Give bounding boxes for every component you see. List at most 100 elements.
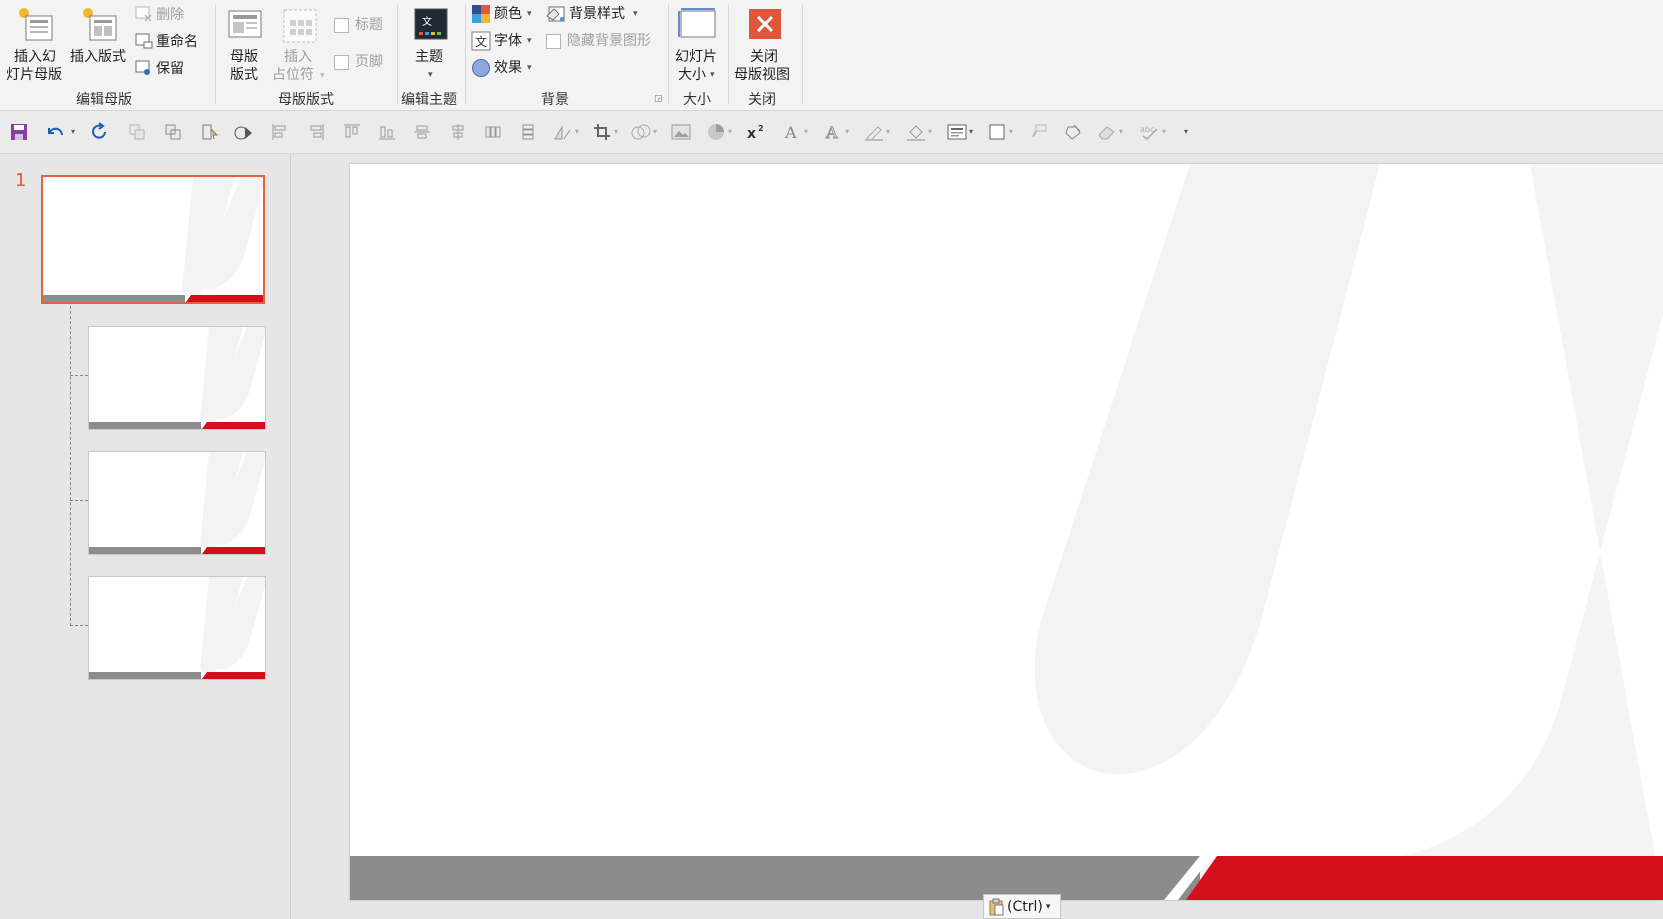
distribute-horizontally-icon[interactable] (482, 121, 504, 143)
spelling-check-dropdown-caret[interactable]: ▾ (1162, 127, 1166, 136)
format-painter-icon[interactable] (1028, 121, 1050, 143)
preserve-button[interactable]: 保留 (135, 59, 205, 79)
colors-icon (472, 5, 490, 23)
delete-label: 删除 (156, 7, 184, 23)
rectangle-shape-icon[interactable] (986, 121, 1008, 143)
align-center-icon[interactable] (447, 121, 469, 143)
layout-thumbnail[interactable] (88, 451, 266, 555)
title-checkbox-label: 标题 (355, 17, 383, 33)
effects-dropdown[interactable]: 效果 ▾ (471, 58, 537, 80)
redo-icon[interactable] (89, 121, 111, 143)
title-checkbox[interactable]: 标题 (334, 16, 394, 36)
master-slide-thumbnail[interactable] (41, 175, 265, 304)
chart-dropdown-caret[interactable]: ▾ (728, 127, 732, 136)
footer-checkbox-box[interactable] (334, 55, 349, 70)
fonts-label: 字体 (494, 33, 522, 49)
paste-options-label: (Ctrl) (1007, 898, 1043, 915)
text-outline-icon[interactable]: A (822, 121, 844, 143)
fonts-dropdown[interactable]: 文 字体 ▾ (471, 31, 537, 53)
slide-size-label-1: 幻灯片 (675, 49, 717, 65)
merge-shapes-icon[interactable] (630, 121, 652, 143)
slide-size-button[interactable]: 幻灯片 大小 ▾ (672, 4, 724, 84)
hide-background-graphics-box[interactable] (546, 34, 561, 49)
distribute-vertically-icon[interactable] (517, 121, 539, 143)
align-right-icon[interactable] (305, 121, 327, 143)
group-label-background: 背景 (541, 92, 569, 108)
eraser-brush-icon[interactable] (1063, 121, 1085, 143)
background-dialog-launcher-icon[interactable]: ◲ (654, 94, 663, 104)
close-master-view-label-2: 母版视图 (734, 67, 790, 83)
crop-dropdown-caret[interactable]: ▾ (614, 127, 618, 136)
close-master-view-button[interactable]: 关闭 母版视图 (732, 4, 798, 84)
theme-button[interactable]: 文 主题 ▾ (405, 4, 457, 84)
theme-icon: 文 (414, 8, 448, 40)
footer-checkbox[interactable]: 页脚 (334, 53, 394, 73)
chart-icon[interactable] (705, 121, 727, 143)
insert-layout-button[interactable]: 插入版式 (68, 4, 134, 84)
background-styles-icon (546, 6, 565, 22)
close-master-view-label-1: 关闭 (750, 49, 778, 65)
shape-outline-dropdown-caret[interactable]: ▾ (886, 127, 890, 136)
picture-icon[interactable] (670, 121, 692, 143)
paste-options-caret: ▾ (1045, 901, 1051, 912)
send-backward-icon[interactable] (162, 121, 184, 143)
shape-fill-icon[interactable] (905, 121, 927, 143)
delete-icon (135, 6, 152, 22)
colors-label: 颜色 (494, 6, 522, 22)
undo-dropdown-caret[interactable]: ▾ (71, 127, 75, 136)
shape-fill-dropdown-caret[interactable]: ▾ (928, 127, 932, 136)
crop-icon[interactable] (591, 121, 613, 143)
slide-size-dropdown-caret: ▾ (710, 70, 715, 80)
shape-outline-icon[interactable] (863, 121, 885, 143)
superscript-icon[interactable]: x2 (745, 121, 767, 143)
animation-pane-icon[interactable] (233, 121, 255, 143)
bring-forward-icon[interactable] (126, 121, 148, 143)
clipboard-icon (989, 898, 1004, 915)
rectangle-shape-dropdown-caret[interactable]: ▾ (1009, 127, 1013, 136)
layout-connector-branch (70, 500, 88, 501)
close-icon (749, 9, 781, 39)
selection-pane-icon[interactable] (199, 121, 221, 143)
layout-thumbnail[interactable] (88, 576, 266, 680)
spelling-check-icon[interactable]: abc (1139, 121, 1161, 143)
eraser-dropdown-caret[interactable]: ▾ (1119, 127, 1123, 136)
layout-thumbnail[interactable] (88, 326, 266, 430)
preserve-pin-icon (135, 60, 150, 75)
layout-connector-branch (70, 625, 88, 626)
background-styles-dropdown[interactable]: 背景样式 ▾ (545, 4, 645, 26)
svg-text:2: 2 (758, 124, 764, 133)
slide-master-canvas[interactable] (350, 164, 1663, 900)
save-icon[interactable] (8, 121, 30, 143)
paste-options-button[interactable]: (Ctrl) ▾ (983, 894, 1061, 919)
font-size-icon[interactable]: A (781, 121, 803, 143)
separator (668, 4, 669, 104)
footer-checkbox-label: 页脚 (355, 54, 383, 70)
align-middle-icon[interactable] (411, 121, 433, 143)
colors-dropdown[interactable]: 颜色 ▾ (471, 4, 537, 26)
insert-placeholder-button[interactable]: 插入 占位符 ▾ (272, 4, 328, 84)
master-layout-button[interactable]: 母版 版式 (222, 4, 268, 84)
rotate-icon[interactable] (552, 121, 574, 143)
font-size-dropdown-caret[interactable]: ▾ (804, 127, 808, 136)
text-box-dropdown-caret[interactable]: ▾ (969, 127, 973, 136)
text-outline-dropdown-caret[interactable]: ▾ (845, 127, 849, 136)
slide-size-label-2: 大小 (678, 67, 706, 83)
customize-toolbar-caret[interactable]: ▾ (1184, 127, 1188, 136)
title-checkbox-box[interactable] (334, 18, 349, 33)
eraser-icon[interactable] (1096, 121, 1118, 143)
delete-button[interactable]: 删除 (135, 5, 205, 25)
merge-shapes-dropdown-caret[interactable]: ▾ (653, 127, 657, 136)
placeholder-dropdown-caret: ▾ (320, 71, 325, 81)
insert-placeholder-label-2: 占位符 (272, 67, 314, 83)
insert-slide-master-button[interactable]: 插入幻 灯片母版 (6, 4, 68, 84)
undo-icon[interactable] (44, 121, 66, 143)
align-left-icon[interactable] (269, 121, 291, 143)
text-box-icon[interactable] (946, 121, 968, 143)
hide-background-graphics-checkbox[interactable]: 隐藏背景图形 (545, 31, 660, 53)
align-bottom-icon[interactable] (376, 121, 398, 143)
rename-button[interactable]: 重命名 (135, 32, 210, 52)
rotate-dropdown-caret[interactable]: ▾ (575, 127, 579, 136)
align-top-icon[interactable] (341, 121, 363, 143)
fonts-icon: 文 (471, 31, 491, 51)
group-label-edit-theme: 编辑主题 (401, 92, 457, 108)
